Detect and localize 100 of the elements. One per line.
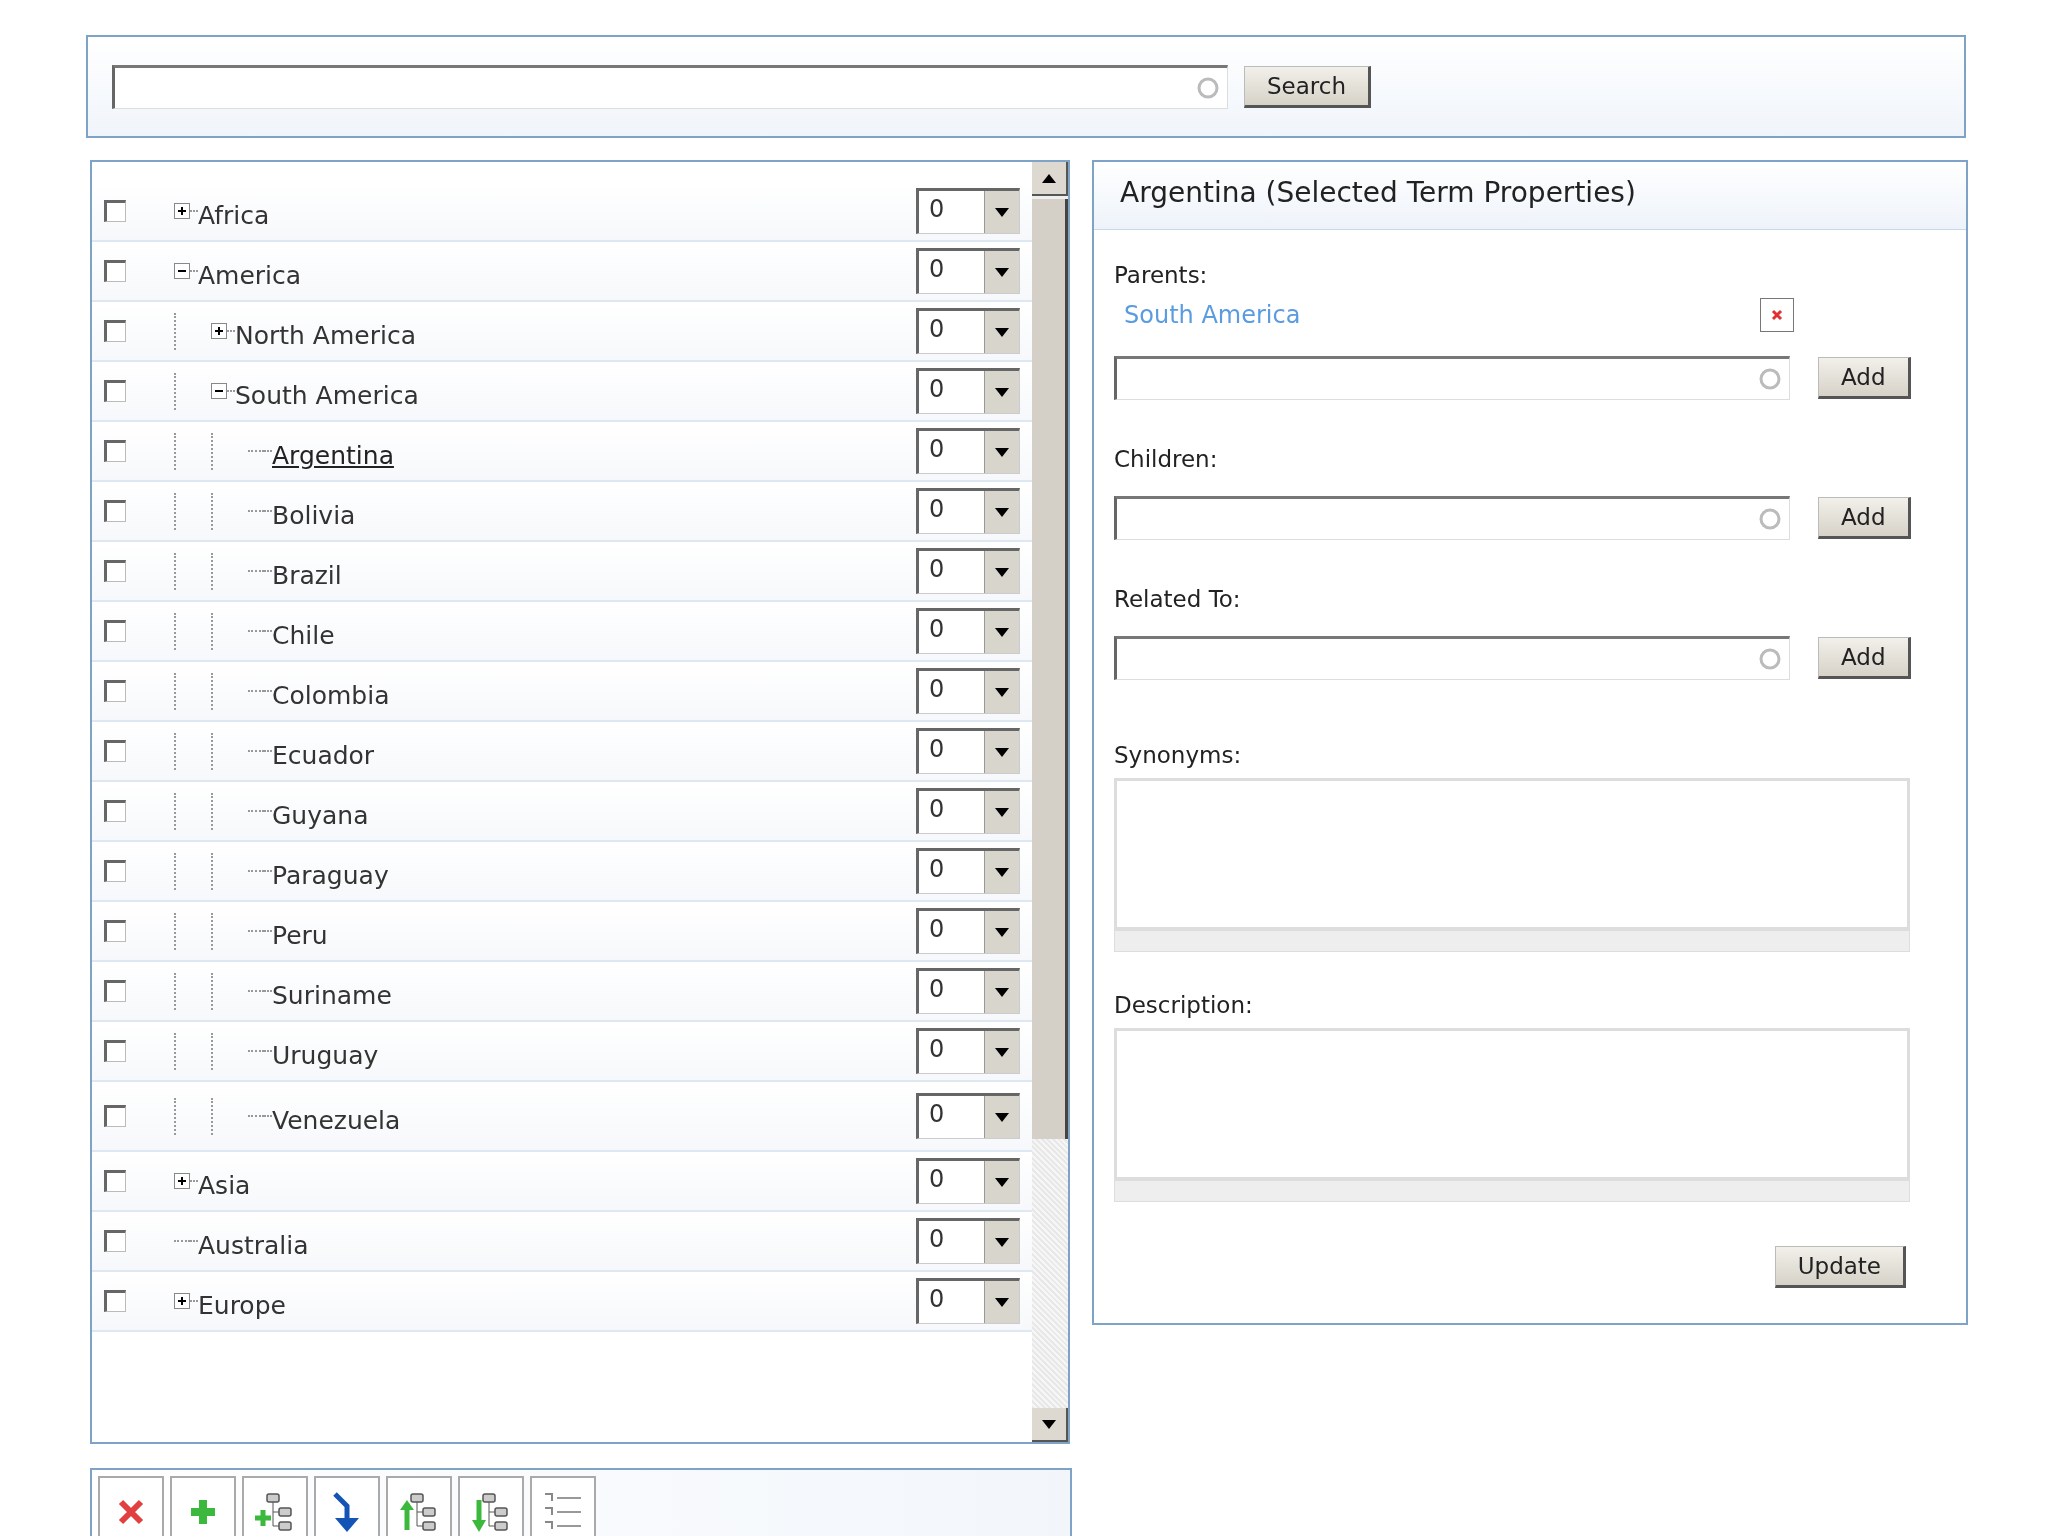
toolbar-button[interactable]: [98, 1476, 164, 1536]
checkbox[interactable]: [104, 860, 126, 882]
add-button[interactable]: Add: [1818, 637, 1911, 679]
toolbar-button[interactable]: [458, 1476, 524, 1536]
checkbox[interactable]: [104, 680, 126, 702]
lookup-field[interactable]: [1114, 496, 1790, 540]
toolbar-button[interactable]: [314, 1476, 380, 1536]
expand-icon[interactable]: [174, 1173, 190, 1189]
checkbox[interactable]: [104, 1290, 126, 1312]
close-icon: [1771, 309, 1783, 321]
update-button[interactable]: Update: [1774, 1246, 1906, 1288]
weight-dropdown[interactable]: 0: [916, 668, 1020, 714]
expand-icon[interactable]: [211, 323, 227, 339]
caret-icon: [995, 1047, 1009, 1057]
checkbox[interactable]: [104, 500, 126, 522]
field-label: Synonyms:: [1114, 742, 1243, 768]
tree-item[interactable]: Venezuela: [272, 1097, 401, 1135]
checkbox[interactable]: [104, 1040, 126, 1062]
tree-item[interactable]: Colombia: [272, 672, 390, 710]
tree-item[interactable]: Uruguay: [272, 1032, 379, 1070]
tree-item[interactable]: Chile: [272, 612, 335, 650]
weight-dropdown[interactable]: 0: [916, 308, 1020, 354]
checkbox[interactable]: [104, 320, 126, 342]
checkbox[interactable]: [104, 800, 126, 822]
resize-handle[interactable]: [1114, 1180, 1910, 1202]
caret-icon: [995, 1297, 1009, 1307]
collapse-icon[interactable]: [174, 263, 190, 279]
caret-icon: [995, 267, 1009, 277]
tree-item[interactable]: Asia: [198, 1162, 251, 1200]
tree-item[interactable]: America: [198, 252, 302, 290]
remove-button[interactable]: [1760, 298, 1794, 332]
lookup-field[interactable]: [112, 64, 1228, 109]
checkbox[interactable]: [104, 440, 126, 462]
weight-dropdown[interactable]: 0: [916, 488, 1020, 534]
weight-dropdown[interactable]: 0: [916, 728, 1020, 774]
tree-item[interactable]: Europe: [198, 1282, 286, 1320]
tree-item[interactable]: Peru: [272, 912, 328, 950]
caret-icon: [995, 987, 1009, 997]
caret-icon: [995, 807, 1009, 817]
weight-dropdown[interactable]: 0: [916, 968, 1020, 1014]
weight-dropdown[interactable]: 0: [916, 548, 1020, 594]
checkbox[interactable]: [104, 1105, 126, 1127]
tree-item[interactable]: Brazil: [272, 552, 342, 590]
caret-icon: [995, 1237, 1009, 1247]
checkbox[interactable]: [104, 620, 126, 642]
lookup-field[interactable]: [1114, 636, 1790, 680]
expand-icon[interactable]: [174, 203, 190, 219]
caret-icon: [995, 567, 1009, 577]
weight-dropdown[interactable]: 0: [916, 608, 1020, 654]
checkbox[interactable]: [104, 980, 126, 1002]
weight-dropdown[interactable]: 0: [916, 248, 1020, 294]
field-label: Children:: [1114, 446, 1219, 472]
weight-dropdown[interactable]: 0: [916, 788, 1020, 834]
checkbox[interactable]: [104, 260, 126, 282]
toolbar-button[interactable]: [242, 1476, 308, 1536]
caret-icon: [995, 747, 1009, 757]
tree-item[interactable]: Africa: [198, 192, 270, 230]
weight-dropdown[interactable]: 0: [916, 1028, 1020, 1074]
field-label: Description:: [1114, 992, 1254, 1018]
add-button[interactable]: Add: [1818, 357, 1911, 399]
caret-icon: [995, 327, 1009, 337]
checkbox[interactable]: [104, 1170, 126, 1192]
weight-dropdown[interactable]: 0: [916, 1278, 1020, 1324]
weight-dropdown[interactable]: 0: [916, 1093, 1020, 1139]
caret-icon: [995, 927, 1009, 937]
scrollbar-thumb[interactable]: [1032, 199, 1068, 1139]
caret-icon: [995, 627, 1009, 637]
weight-dropdown[interactable]: 0: [916, 908, 1020, 954]
weight-dropdown[interactable]: 0: [916, 1158, 1020, 1204]
checkbox[interactable]: [104, 200, 126, 222]
tree-item[interactable]: Argentina: [272, 432, 394, 470]
tree-item[interactable]: Suriname: [272, 972, 392, 1010]
checkbox[interactable]: [104, 740, 126, 762]
scroll-down-button[interactable]: [1032, 1408, 1068, 1442]
tree-item[interactable]: North America: [235, 312, 416, 350]
checkbox[interactable]: [104, 1230, 126, 1252]
tree-item[interactable]: Bolivia: [272, 492, 356, 530]
lookup-field[interactable]: [1114, 356, 1790, 400]
weight-dropdown[interactable]: 0: [916, 848, 1020, 894]
tree-item[interactable]: Guyana: [272, 792, 369, 830]
tree-item[interactable]: Paraguay: [272, 852, 389, 890]
collapse-icon[interactable]: [211, 383, 227, 399]
search-button[interactable]: Search: [1244, 65, 1372, 108]
toolbar-button[interactable]: [530, 1476, 596, 1536]
checkbox[interactable]: [104, 920, 126, 942]
checkbox[interactable]: [104, 560, 126, 582]
expand-icon[interactable]: [174, 1293, 190, 1309]
tree-item[interactable]: South America: [235, 372, 419, 410]
tree-item[interactable]: Ecuador: [272, 732, 375, 770]
resize-handle[interactable]: [1114, 930, 1910, 952]
weight-dropdown[interactable]: 0: [916, 1218, 1020, 1264]
scroll-up-button[interactable]: [1032, 162, 1068, 196]
weight-dropdown[interactable]: 0: [916, 368, 1020, 414]
checkbox[interactable]: [104, 380, 126, 402]
toolbar-button[interactable]: [386, 1476, 452, 1536]
weight-dropdown[interactable]: 0: [916, 428, 1020, 474]
weight-dropdown[interactable]: 0: [916, 188, 1020, 234]
caret-icon: [995, 687, 1009, 697]
tree-item[interactable]: Australia: [198, 1222, 309, 1260]
add-button[interactable]: Add: [1818, 497, 1911, 539]
